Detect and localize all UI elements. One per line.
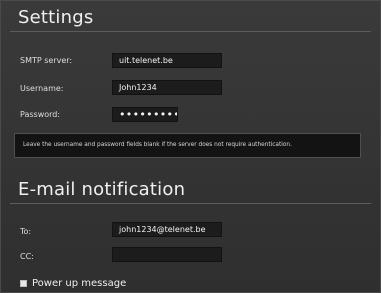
- to-input[interactable]: john1234@telenet.be: [112, 222, 222, 237]
- authentication-info-box: Leave the username and password fields b…: [14, 133, 361, 158]
- smtp-server-input[interactable]: uit.telenet.be: [112, 53, 222, 68]
- username-label: Username:: [20, 84, 64, 93]
- cc-label: CC:: [20, 252, 34, 261]
- cc-input[interactable]: [112, 247, 222, 262]
- settings-panel: Settings SMTP server: uit.telenet.be Use…: [0, 0, 381, 293]
- username-input[interactable]: John1234: [112, 80, 222, 95]
- settings-title-divider: [10, 31, 371, 32]
- power-up-message-checkbox[interactable]: [20, 279, 27, 287]
- power-up-message-label: Power up message: [32, 277, 127, 289]
- password-input[interactable]: •••••••••: [112, 107, 178, 122]
- email-notification-divider: [10, 203, 371, 204]
- power-up-message-option[interactable]: Power up message: [20, 276, 126, 290]
- smtp-server-label: SMTP server:: [20, 56, 73, 65]
- email-notification-title: E-mail notification: [18, 179, 186, 200]
- to-label: To:: [20, 227, 32, 236]
- settings-title: Settings: [18, 7, 94, 28]
- password-label: Password:: [20, 110, 61, 119]
